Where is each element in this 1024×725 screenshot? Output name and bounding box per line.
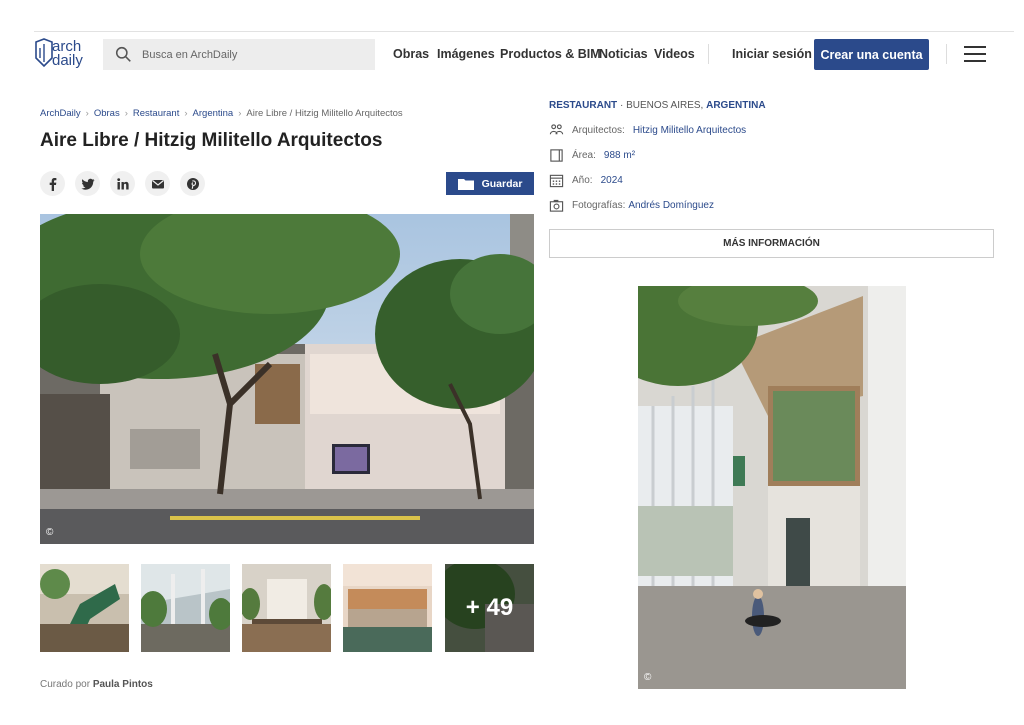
hamburger-line [964, 60, 986, 62]
architects-row: Arquitectos: Hitzig Militello Arquitecto… [549, 123, 746, 138]
main-photo[interactable]: © [40, 214, 534, 544]
nav-imagenes[interactable]: Imágenes [437, 47, 495, 63]
more-info-button[interactable]: MÁS INFORMACIÓN [549, 229, 994, 258]
interior-stair-photo [40, 564, 129, 652]
breadcrumb-obras[interactable]: Obras [94, 108, 120, 119]
photographer-link[interactable]: Andrés Domínguez [628, 200, 714, 211]
search-icon [115, 46, 131, 62]
patio-photo [141, 564, 230, 652]
project-category: RESTAURANT · BUENOS AIRES, ARGENTINA [549, 100, 766, 111]
logo-text: arch daily [52, 38, 83, 69]
dining-room-photo [242, 564, 331, 652]
nav-productos-bim[interactable]: Productos & BIM [500, 47, 601, 63]
nav-divider [708, 44, 709, 64]
folder-icon [457, 178, 474, 190]
curated-by-label: Curado por [40, 679, 91, 690]
area-value: 988 m² [603, 150, 636, 161]
hamburger-line [964, 46, 986, 48]
archdaily-logo[interactable]: arch daily [34, 38, 90, 72]
create-account-button[interactable]: Crear una cuenta [814, 39, 929, 70]
chevron-right-icon: › [85, 108, 89, 119]
breadcrumb-argentina[interactable]: Argentina [193, 108, 234, 119]
calendar-icon [549, 174, 564, 188]
pinterest-icon[interactable] [180, 171, 205, 196]
save-button[interactable]: Guardar [446, 172, 534, 195]
area-row: Área: 988 m² [549, 148, 635, 163]
country-link[interactable]: ARGENTINA [706, 100, 765, 111]
curated-by: Curado por Paula Pintos [40, 679, 153, 690]
camera-icon [549, 199, 564, 212]
gallery-thumbnail[interactable] [242, 564, 331, 652]
search-input[interactable] [142, 48, 362, 61]
top-divider [34, 31, 1014, 32]
more-photos-count: + 49 [445, 564, 534, 652]
people-icon [549, 124, 564, 135]
photographers-row: Fotografías: Andrés Domínguez [549, 198, 714, 213]
category-separator: · [619, 100, 624, 111]
login-link[interactable]: Iniciar sesión [732, 47, 812, 63]
nav-videos[interactable]: Videos [654, 47, 695, 63]
share-bar [40, 171, 205, 196]
chevron-right-icon: › [238, 108, 242, 119]
photographers-label: Fotografías: [572, 200, 626, 211]
area-icon [550, 149, 563, 162]
secondary-photo[interactable]: © [638, 286, 906, 689]
chevron-right-icon: › [124, 108, 128, 119]
gallery-thumbnail[interactable] [141, 564, 230, 652]
facebook-icon[interactable] [40, 171, 65, 196]
menu-divider [946, 44, 947, 64]
gallery-thumbnail[interactable] [343, 564, 432, 652]
architects-label: Arquitectos: [572, 125, 625, 136]
gallery-thumbnail[interactable] [40, 564, 129, 652]
hamburger-menu-icon[interactable] [964, 46, 986, 62]
breadcrumb: ArchDaily › Obras › Restaurant › Argenti… [40, 108, 403, 119]
copyright-icon: © [46, 527, 54, 538]
bar-counter-photo [343, 564, 432, 652]
twitter-icon[interactable] [75, 171, 100, 196]
curator-name[interactable]: Paula Pintos [93, 679, 153, 690]
breadcrumb-archdaily[interactable]: ArchDaily [40, 108, 81, 119]
copyright-icon: © [644, 672, 652, 683]
breadcrumb-restaurant[interactable]: Restaurant [133, 108, 179, 119]
nav-obras[interactable]: Obras [393, 47, 429, 63]
year-row: Año: 2024 [549, 173, 623, 188]
year-link[interactable]: 2024 [601, 175, 623, 186]
page-title: Aire Libre / Hitzig Militello Arquitecto… [40, 130, 383, 151]
email-icon[interactable] [145, 171, 170, 196]
nav-noticias[interactable]: Noticias [599, 47, 648, 63]
gallery-more-thumbnail[interactable]: + 49 [445, 564, 534, 652]
architects-link[interactable]: Hitzig Militello Arquitectos [633, 125, 746, 136]
save-button-label: Guardar [481, 177, 523, 190]
search-bar[interactable] [103, 39, 375, 70]
category-link[interactable]: RESTAURANT [549, 100, 617, 111]
chevron-right-icon: › [184, 108, 188, 119]
entrance-photo [638, 286, 906, 689]
city-label: BUENOS AIRES, [626, 100, 704, 111]
linkedin-icon[interactable] [110, 171, 135, 196]
area-label: Área: [572, 150, 596, 161]
hamburger-line [964, 53, 986, 55]
street-facade-photo [40, 214, 534, 544]
year-label: Año: [572, 175, 593, 186]
breadcrumb-current: Aire Libre / Hitzig Militello Arquitecto… [246, 108, 403, 119]
